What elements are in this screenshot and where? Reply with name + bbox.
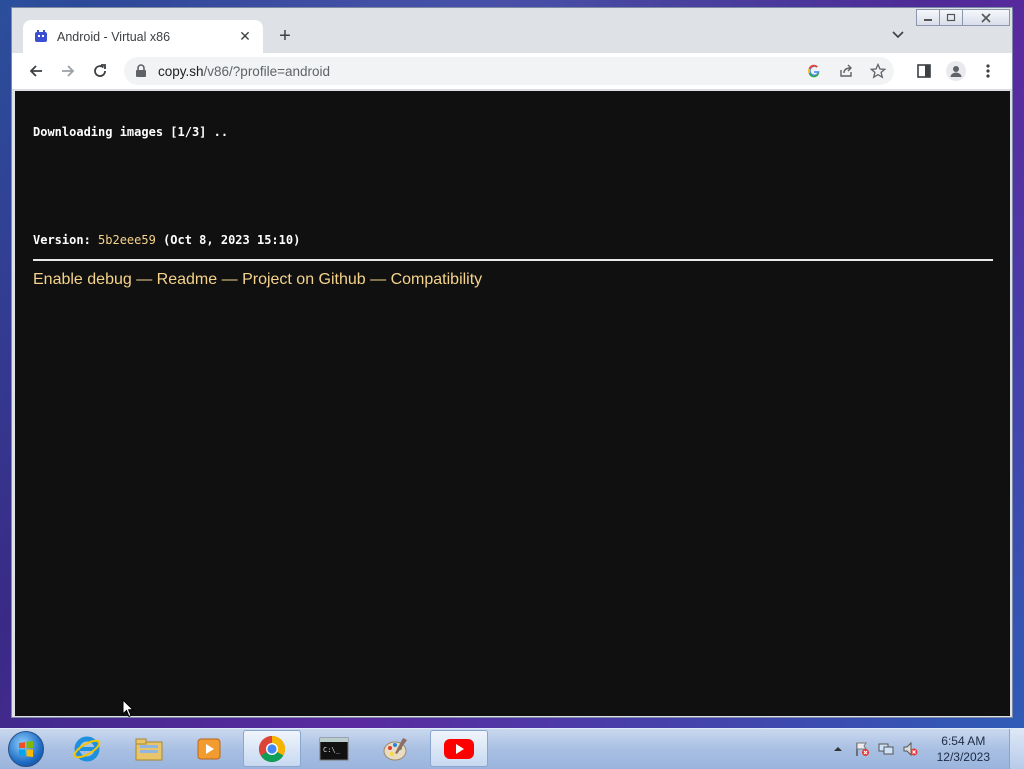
mouse-pointer-icon: [122, 698, 135, 719]
address-bar[interactable]: copy.sh/v86/?profile=android: [124, 57, 894, 85]
forward-arrow-icon[interactable]: [58, 61, 78, 81]
url-host: copy.sh: [158, 63, 204, 79]
volume-muted-icon[interactable]: [901, 740, 919, 758]
github-link[interactable]: Project on Github: [242, 271, 366, 288]
enable-debug-link[interactable]: Enable debug: [33, 271, 132, 288]
system-tray: 6:54 AM 12/3/2023: [829, 729, 990, 769]
chrome-icon[interactable]: [243, 730, 301, 767]
windows-logo-icon: [8, 731, 44, 767]
clock-date: 12/3/2023: [936, 750, 990, 764]
browser-toolbar: copy.sh/v86/?profile=android: [12, 53, 1012, 90]
close-tab-icon[interactable]: ✕: [237, 28, 253, 45]
start-button[interactable]: [6, 730, 46, 768]
clock[interactable]: 6:54 AM 12/3/2023: [937, 733, 990, 765]
tab-title: Android - Virtual x86: [57, 29, 171, 44]
version-date: (Oct 8, 2023 15:10): [163, 233, 301, 247]
avatar: [946, 61, 966, 81]
browser-window: Android - Virtual x86 ✕ + copy.sh/v86/?p…: [11, 7, 1013, 718]
url-text[interactable]: copy.sh/v86/?profile=android: [158, 64, 330, 79]
new-tab-icon[interactable]: +: [273, 25, 297, 47]
bookmark-star-icon[interactable]: [862, 57, 894, 85]
url-path: /v86/?profile=android: [203, 63, 330, 79]
back-arrow-icon[interactable]: [26, 61, 46, 81]
google-translate-icon[interactable]: [798, 57, 830, 85]
more-menu-icon[interactable]: [972, 57, 1004, 85]
link-separator: —: [370, 271, 387, 288]
readme-link[interactable]: Readme: [157, 271, 217, 288]
version-label: Version:: [33, 233, 91, 247]
media-player-icon[interactable]: [180, 730, 238, 767]
reload-icon[interactable]: [90, 61, 110, 81]
svg-text:C:\_: C:\_: [323, 746, 341, 754]
link-separator: —: [136, 271, 153, 288]
version-line: Version: 5b2eee59 (Oct 8, 2023 15:10): [33, 233, 300, 247]
network-icon[interactable]: [877, 740, 895, 758]
compatibility-link[interactable]: Compatibility: [391, 271, 483, 288]
show-desktop-button[interactable]: [1009, 729, 1024, 769]
file-explorer-icon[interactable]: [120, 730, 178, 767]
download-status: Downloading images [1/3] ..: [33, 125, 229, 139]
tab-strip: Android - Virtual x86 ✕ +: [12, 8, 1012, 53]
page-content: Downloading images [1/3] .. Version: 5b2…: [15, 91, 1010, 716]
clock-time: 6:54 AM: [941, 734, 986, 748]
profile-avatar-icon[interactable]: [940, 57, 972, 85]
taskbar: C:\_ 6:54 AM 12/3/2023: [0, 728, 1024, 769]
restore-icon[interactable]: [939, 9, 963, 26]
show-hidden-icons-icon[interactable]: [829, 740, 847, 758]
tab-search-chevron-icon[interactable]: [892, 28, 904, 42]
v86-favicon-icon: [33, 29, 49, 45]
version-hash-link[interactable]: 5b2eee59: [98, 233, 156, 247]
footer-links: Enable debug — Readme — Project on Githu…: [33, 271, 482, 289]
paint-icon[interactable]: [367, 730, 425, 767]
action-center-flag-icon[interactable]: [853, 740, 871, 758]
tab-android[interactable]: Android - Virtual x86 ✕: [23, 20, 263, 53]
lock-icon[interactable]: [134, 64, 148, 78]
minimize-icon[interactable]: [916, 9, 940, 26]
youtube-icon[interactable]: [430, 730, 488, 767]
internet-explorer-icon[interactable]: [58, 730, 116, 767]
command-prompt-icon[interactable]: C:\_: [305, 730, 363, 767]
divider: [33, 259, 993, 261]
share-icon[interactable]: [830, 57, 862, 85]
link-separator: —: [221, 271, 238, 288]
window-controls: [916, 9, 1010, 26]
side-panel-icon[interactable]: [908, 57, 940, 85]
close-window-icon[interactable]: [962, 9, 1010, 26]
